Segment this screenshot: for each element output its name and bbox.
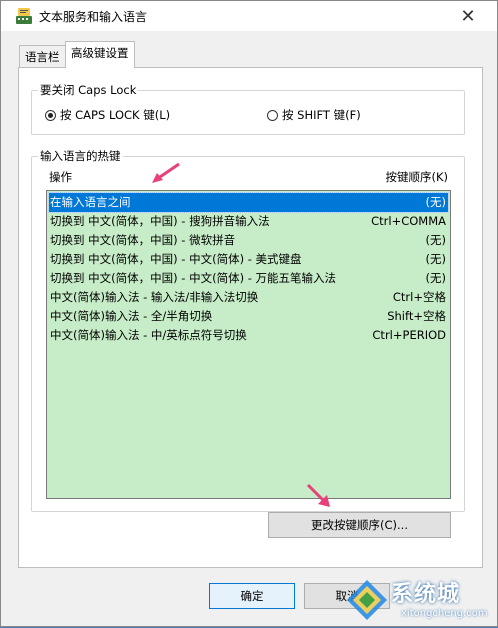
watermark-text: 系统城	[391, 582, 461, 607]
hotkey-row[interactable]: 切换到 中文(简体，中国) - 中文(简体) - 万能五笔输入法 (无)	[49, 269, 448, 288]
annotation-arrow-icon	[152, 162, 180, 183]
watermark-logo-icon	[347, 580, 387, 620]
hotkey-key: Shift+空格	[387, 309, 446, 323]
text-services-dialog: 文本服务和输入语言 ✕ 语言栏 高级键设置 要关闭 Caps Lock 按 CA…	[0, 0, 498, 627]
hotkey-key: (无)	[425, 271, 446, 285]
hotkey-action: 中文(简体)输入法 - 中/英标点符号切换	[50, 328, 247, 342]
title-bar: 文本服务和输入语言 ✕	[1, 1, 497, 31]
hotkey-action: 在输入语言之间	[50, 195, 131, 209]
radio-caps-lock[interactable]: 按 CAPS LOCK 键(L)	[45, 107, 170, 123]
caps-lock-legend: 要关闭 Caps Lock	[38, 82, 139, 98]
window-title: 文本服务和输入语言	[39, 10, 148, 24]
hotkey-action: 中文(简体)输入法 - 输入法/非输入法切换	[50, 290, 259, 304]
hotkey-row[interactable]: 切换到 中文(简体，中国) - 中文(简体) - 美式键盘 (无)	[49, 250, 448, 269]
hotkey-key: (无)	[425, 233, 446, 247]
hotkey-key: Ctrl+空格	[392, 290, 446, 304]
hotkey-list[interactable]: 在输入语言之间 (无) 切换到 中文(简体，中国) - 搜狗拼音输入法 Ctrl…	[46, 190, 451, 499]
hotkey-action: 切换到 中文(简体，中国) - 中文(简体) - 万能五笔输入法	[50, 271, 337, 285]
watermark: 系统城 xitongcheng.com	[333, 570, 498, 628]
radio-checked-icon	[45, 109, 56, 121]
annotation-arrow-icon	[306, 483, 330, 507]
radio-shift-label: 按 SHIFT 键(F)	[282, 108, 361, 122]
hotkey-list-header: 操作 按键顺序(K)	[47, 169, 450, 185]
hotkey-row[interactable]: 中文(简体)输入法 - 中/英标点符号切换 Ctrl+PERIOD	[49, 326, 448, 345]
keyboard-app-icon	[16, 8, 32, 24]
close-icon: ✕	[460, 5, 476, 27]
tab-advanced-key-settings[interactable]: 高级键设置	[65, 41, 135, 68]
hotkey-row[interactable]: 中文(简体)输入法 - 全/半角切换 Shift+空格	[49, 307, 448, 326]
ok-button[interactable]: 确定	[209, 583, 295, 609]
hotkey-action: 切换到 中文(简体，中国) - 中文(简体) - 美式键盘	[50, 252, 302, 266]
hotkey-row[interactable]: 切换到 中文(简体，中国) - 搜狗拼音输入法 Ctrl+COMMA	[49, 212, 448, 231]
watermark-url: xitongcheng.com	[401, 608, 488, 619]
tab-language-bar[interactable]: 语言栏	[19, 45, 66, 67]
column-key-order: 按键顺序(K)	[385, 170, 448, 184]
hotkey-action: 中文(简体)输入法 - 全/半角切换	[50, 309, 213, 323]
radio-caps-lock-label: 按 CAPS LOCK 键(L)	[60, 108, 171, 122]
hotkey-key: Ctrl+COMMA	[371, 214, 446, 228]
hotkey-legend: 输入语言的热键	[38, 148, 123, 164]
hotkey-row[interactable]: 在输入语言之间 (无)	[48, 192, 449, 213]
hotkey-action: 切换到 中文(简体，中国) - 搜狗拼音输入法	[50, 214, 270, 228]
radio-unchecked-icon	[267, 109, 278, 121]
hotkey-key: Ctrl+PERIOD	[372, 328, 446, 342]
hotkey-row[interactable]: 中文(简体)输入法 - 输入法/非输入法切换 Ctrl+空格	[49, 288, 448, 307]
close-button[interactable]: ✕	[445, 1, 491, 31]
hotkey-action: 切换到 中文(简体，中国) - 微软拼音	[50, 233, 236, 247]
change-key-sequence-button[interactable]: 更改按键顺序(C)...	[268, 512, 451, 538]
radio-shift[interactable]: 按 SHIFT 键(F)	[267, 107, 361, 123]
hotkey-row[interactable]: 切换到 中文(简体，中国) - 微软拼音 (无)	[49, 231, 448, 250]
hotkey-key: (无)	[425, 252, 446, 266]
column-action: 操作	[49, 170, 72, 184]
hotkey-key: (无)	[425, 195, 446, 209]
